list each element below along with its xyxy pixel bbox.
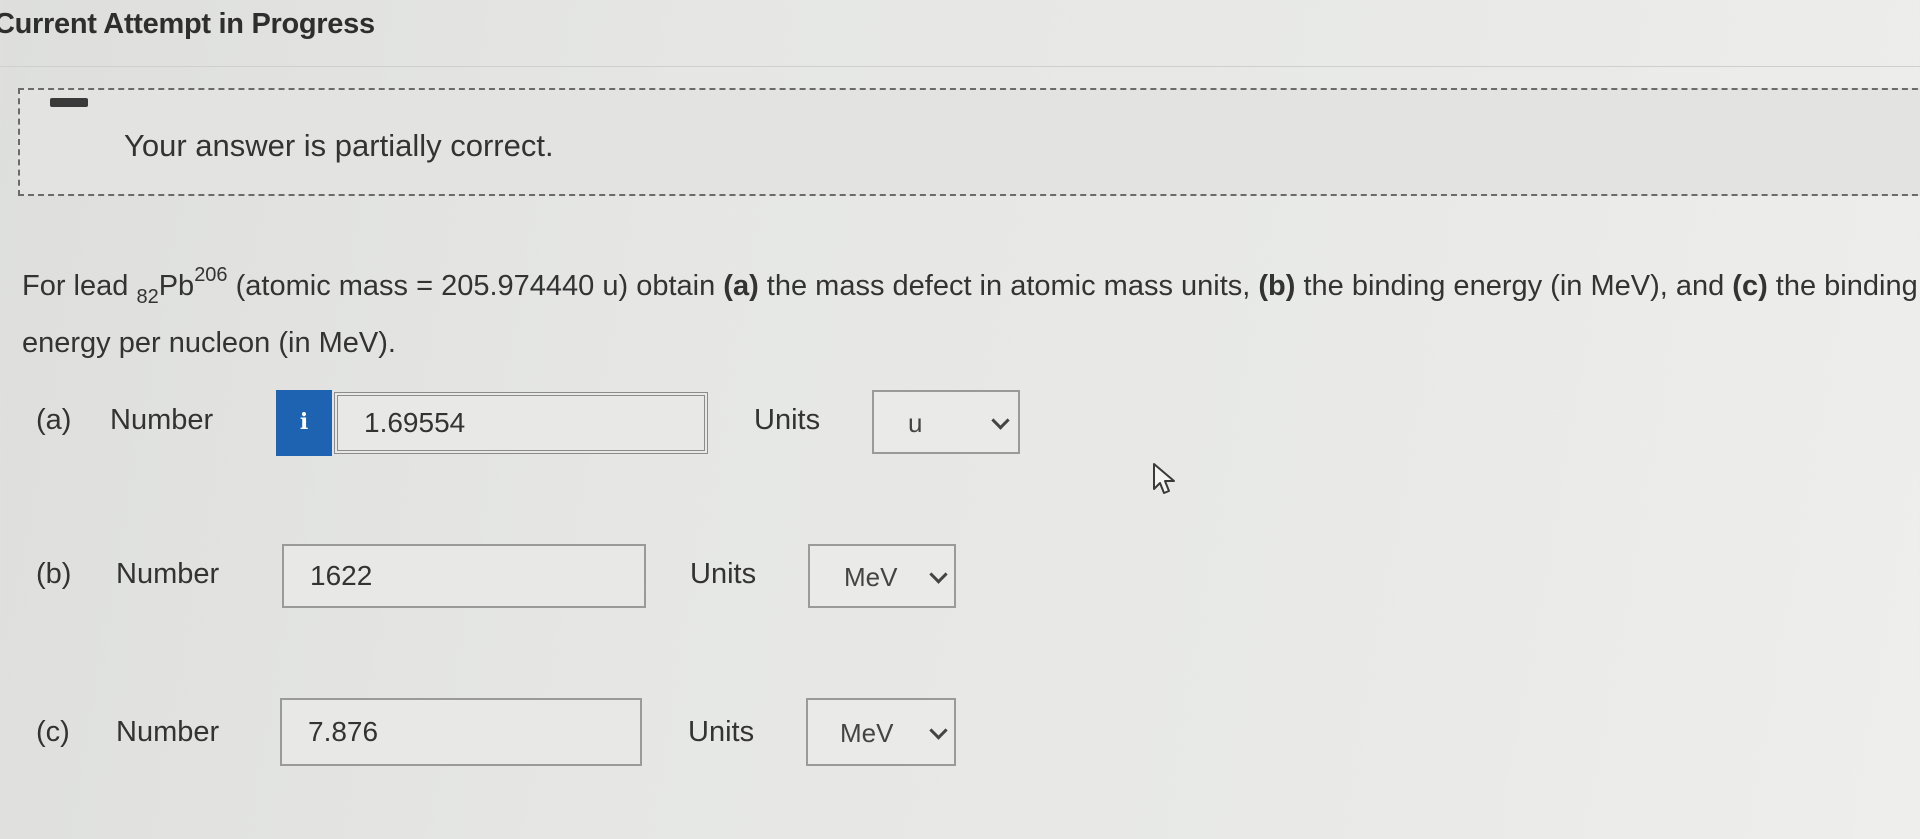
units-value: u bbox=[908, 408, 923, 438]
answer-row-c: (c) Number Units MeV bbox=[0, 698, 1920, 768]
units-select-b[interactable]: MeV bbox=[808, 544, 956, 608]
part-label: (c) bbox=[36, 716, 70, 748]
units-select-a[interactable]: u bbox=[872, 390, 1020, 454]
question-text-a: the mass defect in atomic mass units, bbox=[758, 270, 1259, 302]
units-value: MeV bbox=[840, 718, 894, 748]
mass-number: 206 bbox=[194, 264, 228, 286]
answer-row-b: (b) Number Units MeV bbox=[0, 544, 1920, 614]
question-part-a: (a) bbox=[723, 270, 759, 302]
question-part-b: (b) bbox=[1258, 270, 1296, 302]
chevron-down-icon bbox=[929, 565, 948, 584]
units-label: Units bbox=[754, 404, 821, 436]
answer-input-a[interactable] bbox=[334, 392, 708, 454]
question-mid: (atomic mass = 205.974440 u) obtain bbox=[227, 270, 724, 302]
units-select-c[interactable]: MeV bbox=[806, 698, 956, 766]
minus-icon bbox=[50, 98, 88, 107]
part-label: (b) bbox=[36, 558, 72, 590]
number-label: Number bbox=[116, 716, 220, 748]
question-part-c: (c) bbox=[1732, 270, 1768, 302]
answer-input-c[interactable] bbox=[280, 698, 642, 766]
chevron-down-icon bbox=[991, 411, 1010, 430]
element-symbol: Pb bbox=[158, 270, 195, 302]
part-label: (a) bbox=[36, 404, 72, 436]
header-divider bbox=[0, 66, 1920, 67]
units-label: Units bbox=[690, 558, 757, 590]
question-text-b: the binding energy (in MeV), and bbox=[1295, 270, 1733, 302]
answer-input-b[interactable] bbox=[282, 544, 646, 608]
question-prefix: For lead bbox=[22, 270, 137, 302]
question-text: For lead 82Pb206 (atomic mass = 205.9744… bbox=[22, 252, 1920, 366]
mouse-cursor-icon bbox=[1153, 463, 1175, 494]
chevron-down-icon bbox=[929, 721, 948, 740]
number-label: Number bbox=[116, 558, 220, 590]
feedback-message: Your answer is partially correct. bbox=[124, 128, 554, 163]
number-label: Number bbox=[110, 404, 214, 436]
units-value: MeV bbox=[844, 562, 898, 592]
atomic-number: 82 bbox=[136, 286, 159, 308]
page-title: Current Attempt in Progress bbox=[0, 8, 375, 40]
answer-row-a: (a) Number i Units u bbox=[0, 390, 1920, 460]
info-icon[interactable]: i bbox=[276, 390, 332, 456]
units-label: Units bbox=[688, 716, 755, 748]
